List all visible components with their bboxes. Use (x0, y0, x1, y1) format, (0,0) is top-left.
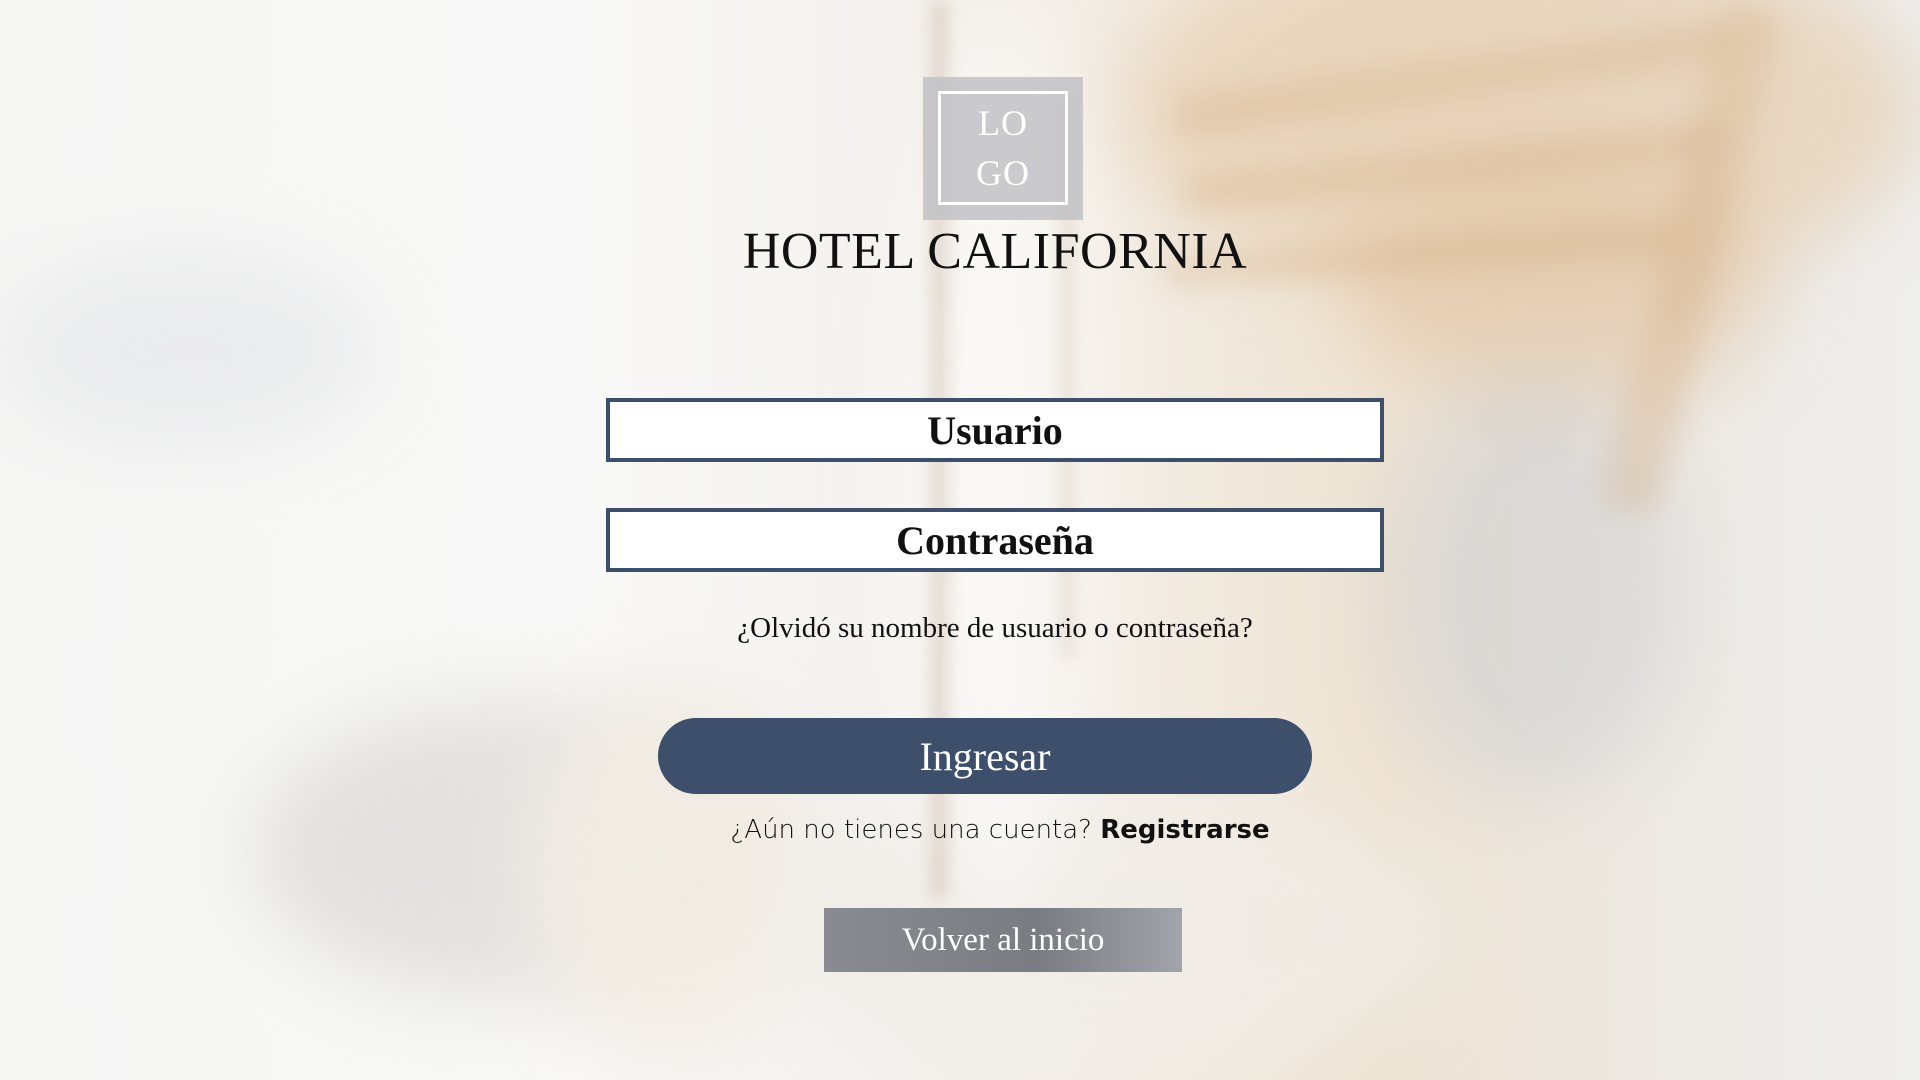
back-to-home-button[interactable]: Volver al inicio (824, 908, 1182, 972)
username-input[interactable] (606, 398, 1384, 462)
hotel-name: HOTEL CALIFORNIA (742, 223, 1248, 280)
login-button[interactable]: Ingresar (658, 718, 1312, 794)
register-prompt-line: ¿Aún no tienes una cuenta? Registrarse (0, 815, 1920, 845)
logo-frame: LOGO (938, 91, 1068, 205)
register-prompt-text: ¿Aún no tienes una cuenta? (730, 815, 1092, 845)
forgot-credentials-link[interactable]: ¿Olvidó su nombre de usuario o contraseñ… (0, 612, 1920, 645)
logo: LOGO (923, 77, 1083, 220)
logo-text: LOGO (976, 103, 1030, 193)
register-link[interactable]: Registrarse (1100, 815, 1269, 845)
password-input[interactable] (606, 508, 1384, 572)
